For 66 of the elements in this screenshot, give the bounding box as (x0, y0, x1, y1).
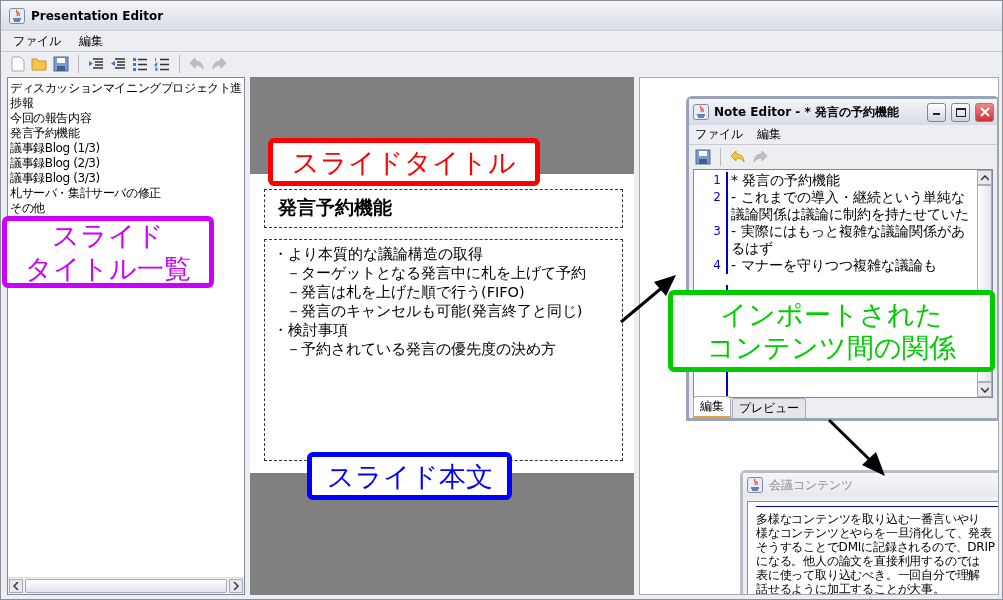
numbered-list-icon[interactable] (154, 57, 170, 71)
scroll-left-icon[interactable] (13, 582, 19, 590)
content-text-line: そうすることでDMIに記録されるので、DRIP (756, 540, 996, 554)
scroll-right-icon[interactable] (233, 582, 239, 590)
slide-list-item[interactable]: その他 (10, 201, 242, 216)
menu-item[interactable]: 編集 (77, 32, 105, 50)
app-icon (9, 7, 25, 24)
maximize-icon (955, 107, 966, 117)
menu-item[interactable]: ファイル (695, 126, 743, 143)
slide-list-item[interactable]: 発言予約機能 (10, 126, 242, 141)
app-icon (693, 104, 709, 120)
note-line: * 発言の予約機能 (730, 172, 842, 189)
line-number: 4 (713, 258, 721, 272)
toolbar-separator (78, 55, 79, 73)
content-text-line: になる。他人の論文を直接利用するのでは (756, 554, 982, 568)
arrow (620, 275, 676, 324)
note-line: - 実際にはもっと複雑な議論関係があるはず (730, 223, 966, 257)
line-number: 2 (713, 190, 721, 204)
content-text-line: 多様なコンテンツを取り込む一番言いやり (756, 512, 982, 526)
menu-item[interactable]: ファイル (11, 32, 63, 50)
bullet-text: ・検討事項 (273, 320, 349, 340)
content-text-line: 表に使って取り込むべき。一回自分で理解 (756, 568, 982, 582)
callout-tooltip: インポートされたコンテンツ間の関係 (668, 290, 995, 372)
scroll-down-icon[interactable] (980, 386, 989, 393)
line-number: 1 (713, 173, 721, 187)
horizontal-scrollbar[interactable] (8, 577, 244, 594)
window-title: 会議コンテンツ (769, 476, 853, 494)
bullet-text: －発言のキャンセルも可能(発言終了と同じ) (285, 301, 584, 321)
slide-list-item[interactable]: 今回の報告内容 (10, 111, 242, 126)
indent-icon[interactable] (88, 57, 104, 71)
tab[interactable]: 編集 (693, 396, 731, 418)
tab[interactable]: プレビュー (732, 398, 806, 418)
arrow (827, 418, 885, 476)
indent-icon[interactable] (110, 57, 126, 71)
toolbar-separator (720, 148, 721, 166)
scroll-up-icon[interactable] (980, 174, 989, 181)
save-icon[interactable] (53, 56, 69, 72)
close-button[interactable] (975, 102, 994, 122)
maximize-button[interactable] (951, 102, 970, 122)
slide-list-item[interactable]: 議事録Blog (3/3) (10, 171, 242, 186)
close-icon (979, 107, 990, 117)
window-title: Note Editor - * 発言の予約機能 (714, 103, 900, 121)
line-number: 3 (713, 224, 721, 238)
app-icon (747, 477, 763, 493)
note-line: - これまでの導入・継続という単純な議論関係は議論に制約を持たせていた (730, 189, 970, 223)
slide-list-item[interactable]: ディスカッションマイニングプロジェクト進捗報 (10, 81, 242, 111)
callout-tooltip: スライドタイトル (268, 138, 540, 186)
callout-tooltip: スライドタイトル一覧 (2, 216, 214, 288)
bullet-text: ・より本質的な議論構造の取得 (273, 244, 484, 264)
minimize-button[interactable] (927, 102, 946, 122)
save-icon[interactable] (695, 149, 711, 165)
slide-title: 発言予約機能 (278, 195, 392, 220)
bullet-text: －発言は札を上げた順で行う(FIFO) (285, 282, 526, 302)
slide-list-item[interactable]: 議事録Blog (1/3) (10, 141, 242, 156)
toolbar-separator (179, 55, 180, 73)
bullet-text: －予約されている発言の優先度の決め方 (285, 339, 557, 359)
window-title: Presentation Editor (31, 8, 164, 23)
bullet-text: －ターゲットとなる発言中に札を上げて予約 (285, 263, 587, 283)
content-text-line: 様なコンテンツとやらを一旦消化して、発表 (756, 526, 993, 540)
callout-tooltip: スライド本文 (307, 452, 512, 500)
bullet-list-icon[interactable] (132, 57, 148, 71)
menu-item[interactable]: 編集 (757, 126, 781, 143)
slide-list-item[interactable]: 議事録Blog (2/3) (10, 156, 242, 171)
slide-title-box[interactable]: 発言予約機能 (264, 188, 623, 228)
slide-list-item[interactable]: 札サーバ・集計サーバの修正 (10, 186, 242, 201)
note-line: - マナーを守りつつ複雑な議論も (730, 257, 938, 274)
